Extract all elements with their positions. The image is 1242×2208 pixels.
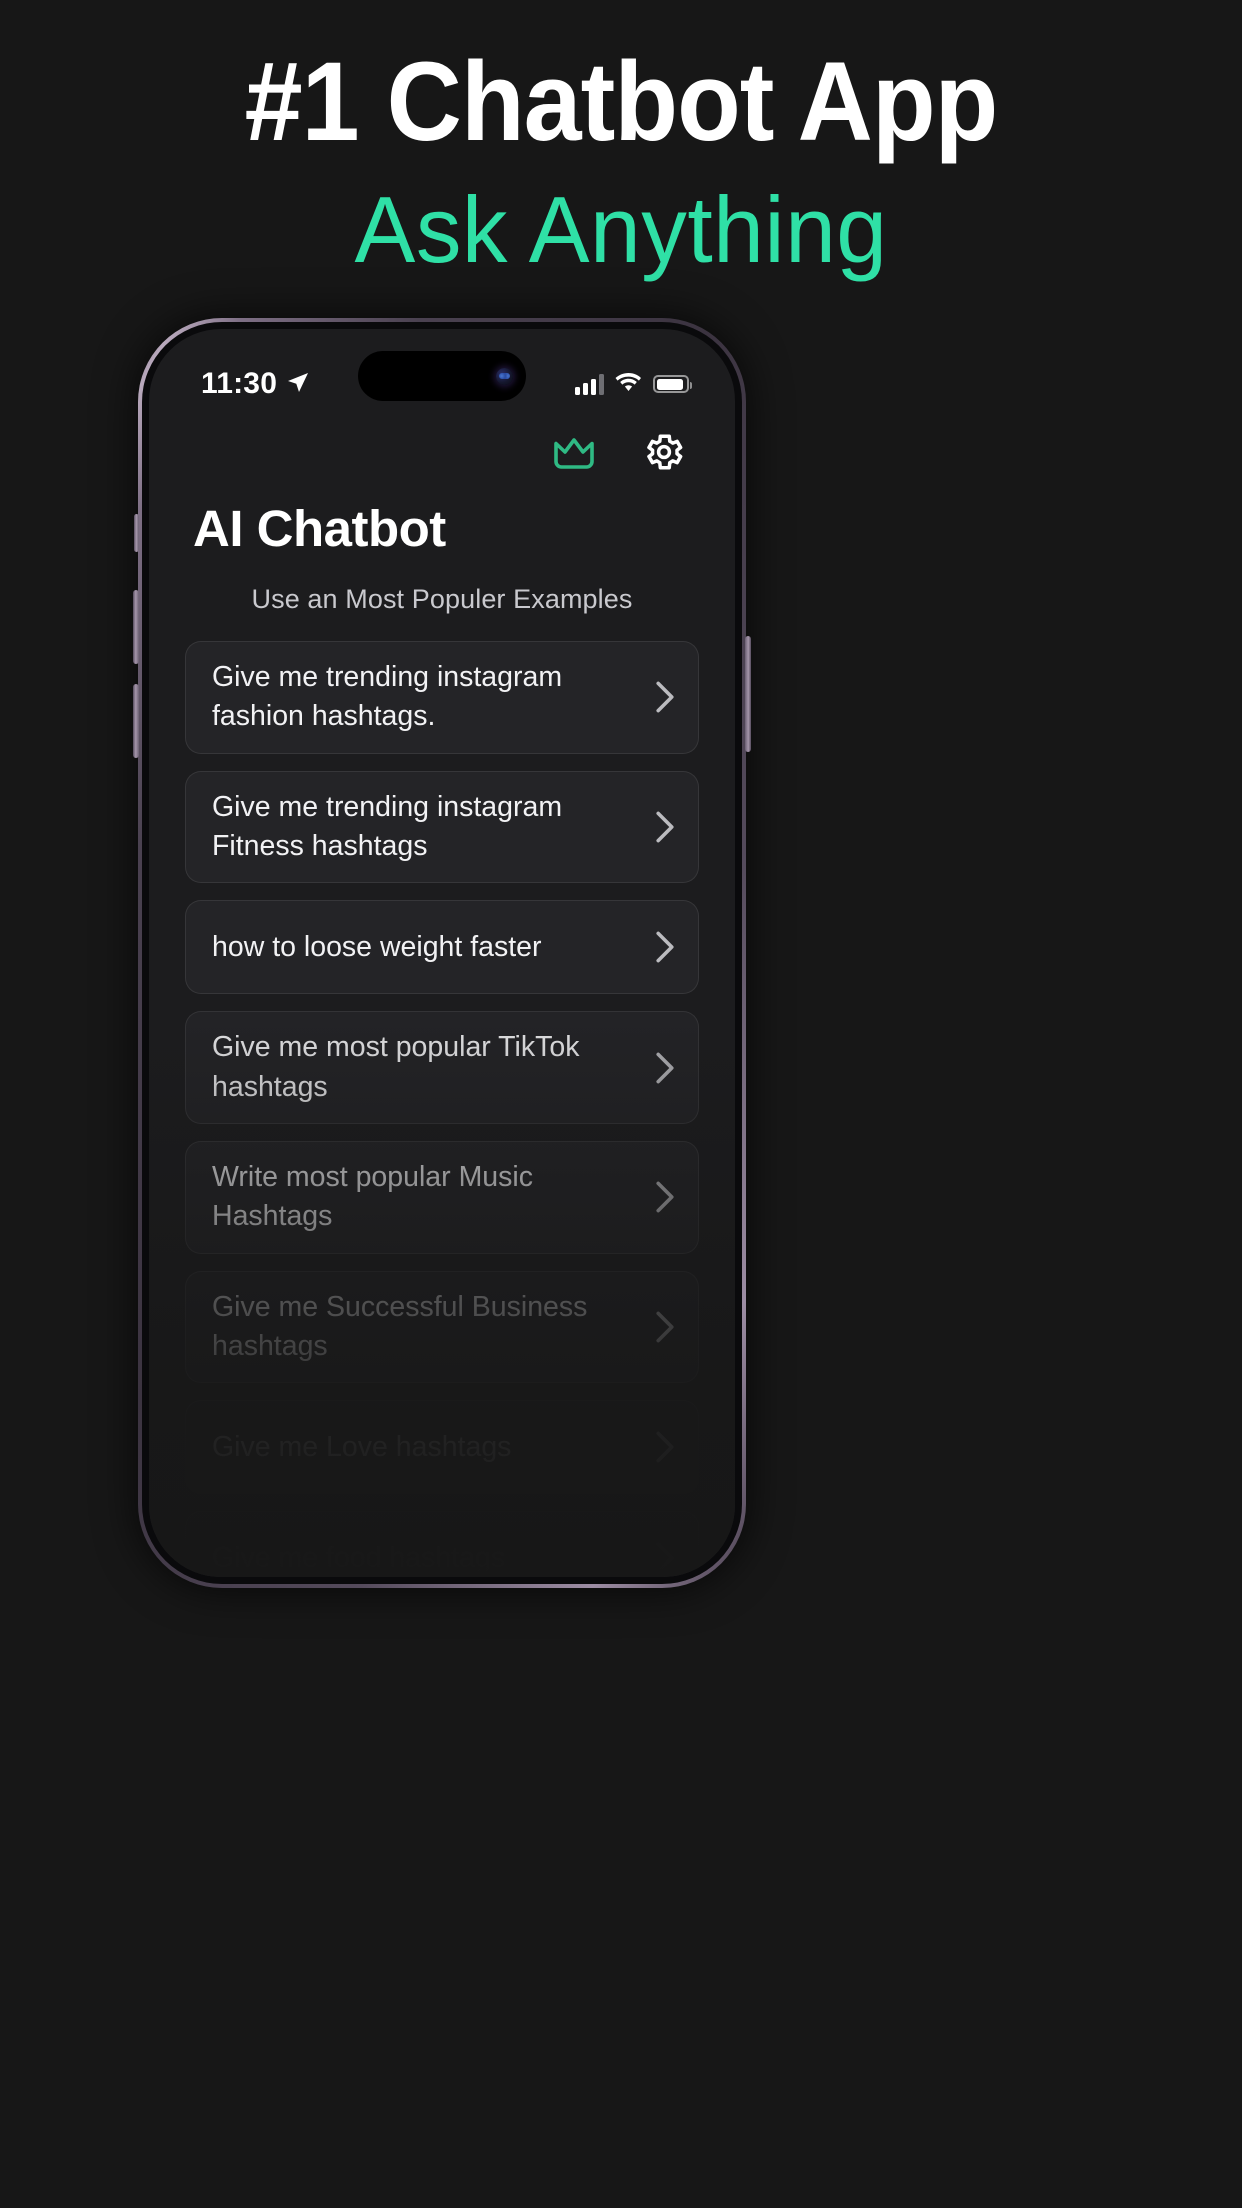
example-card-label: Give me food hashtags bbox=[212, 1541, 506, 1574]
crown-icon[interactable] bbox=[549, 427, 599, 477]
cellular-signal-icon bbox=[575, 373, 604, 395]
example-card-label: Give me trending instagram Fitness hasht… bbox=[212, 790, 563, 862]
promo-subheadline: Ask Anything bbox=[354, 177, 888, 282]
chevron-right-icon bbox=[656, 811, 674, 843]
example-card[interactable]: Give me food hashtags bbox=[185, 1511, 699, 1577]
gear-icon[interactable] bbox=[639, 427, 689, 477]
chevron-right-icon bbox=[656, 1542, 674, 1574]
volume-up-button[interactable] bbox=[133, 590, 139, 664]
chevron-right-icon bbox=[656, 1052, 674, 1084]
example-card-label: Give me Love hashtags bbox=[212, 1430, 512, 1463]
status-bar-left: 11:30 bbox=[201, 367, 310, 401]
chevron-right-icon bbox=[656, 931, 674, 963]
example-card[interactable]: Give me trending instagram fashion hasht… bbox=[185, 641, 699, 754]
promo-header: #1 Chatbot App Ask Anything bbox=[0, 0, 1242, 282]
example-card[interactable]: how to loose weight faster bbox=[185, 900, 699, 995]
example-card[interactable]: Give me most popular TikTok hashtags bbox=[185, 1011, 699, 1124]
chevron-right-icon bbox=[656, 1431, 674, 1463]
phone-mockup: 11:30 AI Chatbot Use an Most Populer Exa… bbox=[133, 318, 751, 1588]
promo-headline: #1 Chatbot App bbox=[244, 39, 999, 164]
examples-list: Give me trending instagram fashion hasht… bbox=[149, 615, 735, 1577]
app-content: AI Chatbot Use an Most Populer Examples … bbox=[149, 413, 735, 1577]
front-camera-icon bbox=[496, 367, 513, 385]
volume-down-button[interactable] bbox=[133, 684, 139, 758]
page-subtitle: Use an Most Populer Examples bbox=[251, 584, 633, 614]
wifi-icon bbox=[615, 372, 642, 397]
example-card[interactable]: Give me Successful Business hashtags bbox=[185, 1270, 699, 1384]
power-button[interactable] bbox=[745, 636, 751, 752]
location-arrow-icon bbox=[286, 370, 310, 399]
example-card-label: Give me trending instagram fashion hasht… bbox=[212, 661, 563, 733]
example-card-label: Give me most popular TikTok hashtags bbox=[212, 1031, 580, 1103]
dynamic-island bbox=[358, 351, 526, 401]
example-card-label: Give me Successful Business hashtags bbox=[212, 1290, 588, 1362]
example-card[interactable]: Give me Love hashtags bbox=[185, 1400, 699, 1495]
example-card[interactable]: Give me trending instagram Fitness hasht… bbox=[185, 770, 699, 884]
phone-screen: 11:30 AI Chatbot Use an Most Populer Exa… bbox=[149, 329, 735, 1577]
chevron-right-icon bbox=[656, 1311, 674, 1343]
example-card-label: Write most popular Music Hashtags bbox=[212, 1160, 533, 1233]
page-title: AI Chatbot bbox=[193, 500, 446, 557]
status-bar-right bbox=[575, 372, 692, 397]
example-card-label: how to loose weight faster bbox=[212, 930, 542, 963]
silent-switch[interactable] bbox=[134, 514, 139, 552]
status-bar-time: 11:30 bbox=[201, 367, 278, 400]
app-top-bar bbox=[149, 413, 735, 477]
example-card[interactable]: Write most popular Music Hashtags bbox=[185, 1140, 699, 1254]
chevron-right-icon bbox=[656, 681, 674, 713]
battery-icon bbox=[653, 375, 692, 393]
chevron-right-icon bbox=[656, 1181, 674, 1213]
